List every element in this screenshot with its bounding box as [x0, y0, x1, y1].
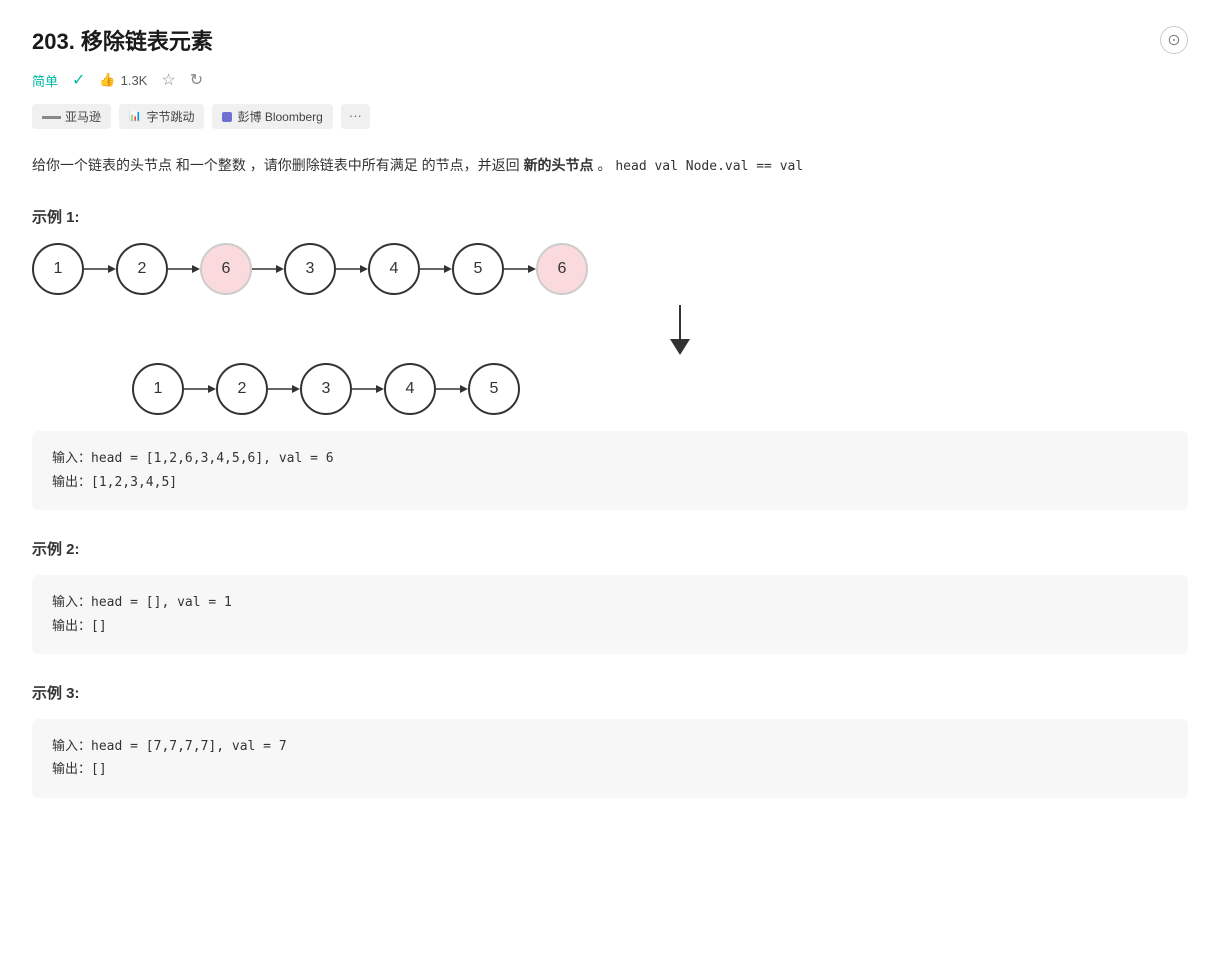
example3-input: 输入：head = [7,7,7,7], val = 7 — [52, 735, 1168, 758]
example2-section: 示例 2: 输入：head = [], val = 1 输出：[] — [32, 538, 1188, 654]
difficulty-badge: 简单 — [32, 71, 58, 90]
meta-row: 简单 ✓ 👍 1.3K ☆ ↻ — [32, 70, 1188, 90]
thumb-up-icon: 👍 — [99, 72, 115, 88]
example3-output: 输出：[] — [52, 758, 1168, 781]
result-node-4: 4 — [384, 363, 436, 415]
example2-code-block: 输入：head = [], val = 1 输出：[] — [32, 575, 1188, 654]
amazon-icon: ▬▬ — [42, 111, 60, 122]
example1-output: 输出：[1,2,3,4,5] — [52, 471, 1168, 494]
example3-code-block: 输入：head = [7,7,7,7], val = 7 输出：[] — [32, 719, 1188, 798]
result-node-1: 1 — [132, 363, 184, 415]
node-1: 1 — [32, 243, 84, 295]
title-row: 203. 移除链表元素 ⊙ — [32, 24, 1188, 56]
example2-output: 输出：[] — [52, 615, 1168, 638]
tag-bloomberg[interactable]: 彭博 Bloomberg — [212, 104, 332, 129]
example1-diagram: 1 2 6 3 4 5 6 — [32, 243, 1188, 415]
example3-title: 示例 3: — [32, 682, 1188, 703]
problem-description: 给你一个链表的头节点 和一个整数 ，请你删除链表中所有满足 的节点，并返回 新的… — [32, 153, 1188, 178]
more-tags-button[interactable]: ··· — [341, 104, 370, 129]
example1-code-block: 输入：head = [1,2,6,3,4,5,6], val = 6 输出：[1… — [32, 431, 1188, 510]
example1-title: 示例 1: — [32, 206, 1188, 227]
node-6b: 6 — [536, 243, 588, 295]
tags-row: ▬▬ 亚马逊 📊 字节跳动 彭博 Bloomberg ··· — [32, 104, 1188, 129]
down-arrow — [172, 303, 1188, 355]
arrow-4-5 — [420, 261, 452, 277]
tag-amazon[interactable]: ▬▬ 亚马逊 — [32, 104, 111, 129]
star-button[interactable]: ☆ — [161, 70, 175, 90]
arrow-6-3 — [252, 261, 284, 277]
tag-bytedance-label: 字节跳动 — [146, 108, 194, 125]
example2-input: 输入：head = [], val = 1 — [52, 591, 1168, 614]
result-arrow-1-2 — [184, 381, 216, 397]
node-3: 3 — [284, 243, 336, 295]
example1-section: 示例 1: 1 2 6 3 4 5 6 — [32, 206, 1188, 510]
result-arrow-4-5 — [436, 381, 468, 397]
arrow-2-6 — [168, 261, 200, 277]
list-row-top: 1 2 6 3 4 5 6 — [32, 243, 1188, 295]
node-6a: 6 — [200, 243, 252, 295]
arrow-1-2 — [84, 261, 116, 277]
refresh-button[interactable]: ↻ — [190, 70, 203, 90]
tag-amazon-label: 亚马逊 — [65, 108, 101, 125]
arrow-3-4 — [336, 261, 368, 277]
bytedance-icon: 📊 — [129, 111, 141, 122]
bloomberg-icon — [222, 112, 232, 122]
like-count: 1.3K — [121, 73, 148, 88]
tag-bloomberg-label: 彭博 Bloomberg — [237, 108, 322, 125]
result-arrow-2-3 — [268, 381, 300, 397]
like-button[interactable]: 👍 1.3K — [99, 72, 147, 88]
result-node-5: 5 — [468, 363, 520, 415]
result-node-3: 3 — [300, 363, 352, 415]
example2-title: 示例 2: — [32, 538, 1188, 559]
arrow-5-6 — [504, 261, 536, 277]
more-options-button[interactable]: ⊙ — [1160, 26, 1188, 54]
node-2: 2 — [116, 243, 168, 295]
node-4: 4 — [368, 243, 420, 295]
solved-icon: ✓ — [72, 70, 85, 90]
list-row-bottom: 1 2 3 4 5 — [132, 363, 1188, 415]
page-title: 203. 移除链表元素 — [32, 24, 213, 56]
tag-bytedance[interactable]: 📊 字节跳动 — [119, 104, 204, 129]
example3-section: 示例 3: 输入：head = [7,7,7,7], val = 7 输出：[] — [32, 682, 1188, 798]
example1-input: 输入：head = [1,2,6,3,4,5,6], val = 6 — [52, 447, 1168, 470]
node-5: 5 — [452, 243, 504, 295]
result-node-2: 2 — [216, 363, 268, 415]
result-arrow-3-4 — [352, 381, 384, 397]
